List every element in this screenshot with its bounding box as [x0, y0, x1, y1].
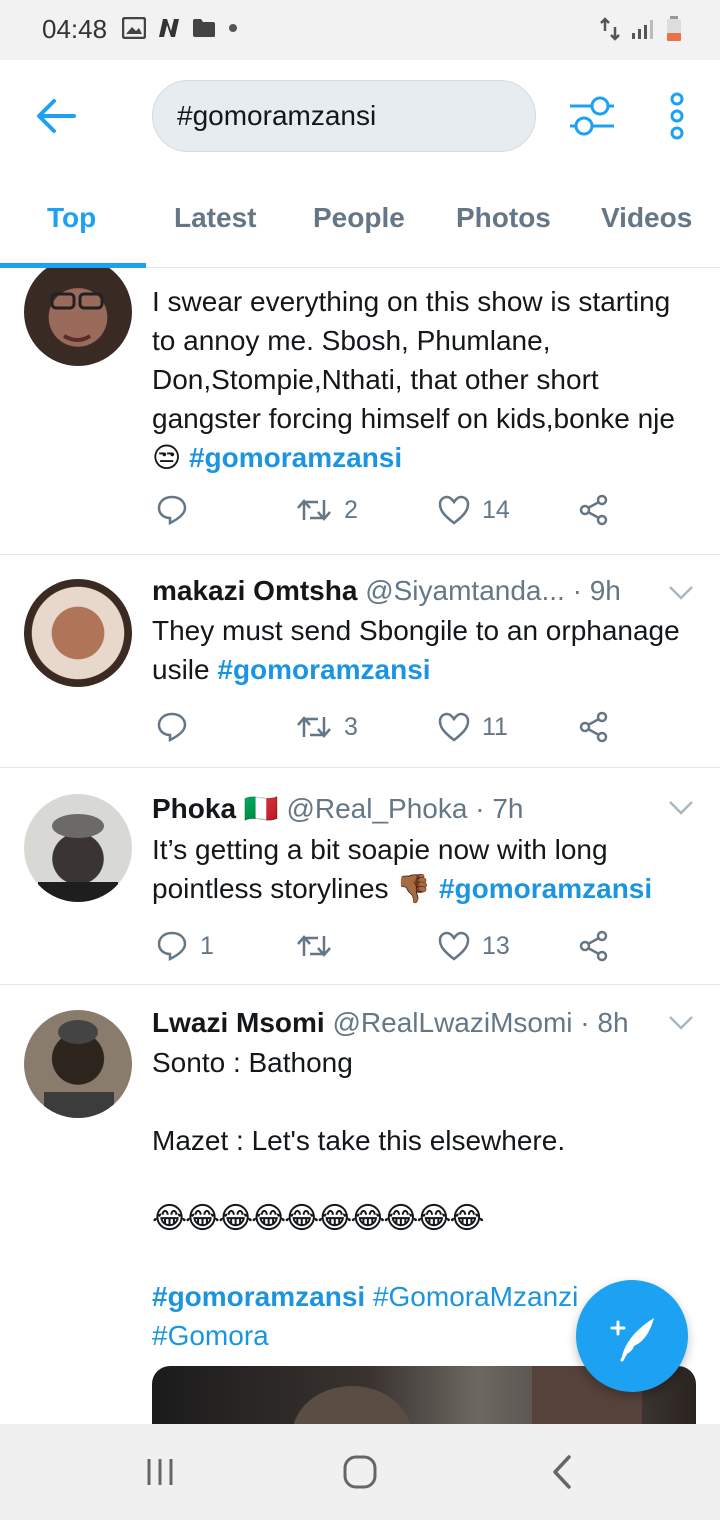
netflix-icon [159, 19, 179, 37]
tweet-text-line: Mazet : Let's take this elsewhere. [152, 1125, 566, 1156]
share-button[interactable] [578, 926, 610, 966]
avatar-image [44, 1020, 114, 1118]
user-handle: @Real_Phoka · 7h [286, 793, 524, 824]
signal-icon [632, 20, 653, 39]
avatar[interactable] [24, 1010, 132, 1118]
tweet-text: It’s getting a bit soapie now with long … [152, 834, 653, 904]
tweet-header: Lwazi Msomi @RealLwaziMsomi · 8h [152, 1007, 629, 1039]
battery-icon [667, 16, 681, 41]
tweet-header: Phoka 🇮🇹 @Real_Phoka · 7h [152, 792, 523, 825]
recent-apps-icon[interactable] [144, 1456, 176, 1488]
folder-icon [193, 19, 215, 37]
heart-icon [438, 712, 470, 742]
user-name[interactable]: Phoka [152, 793, 236, 824]
search-query: #gomoramzansi [177, 100, 377, 131]
tweet-text-line: Sonto : Bathong [152, 1047, 353, 1078]
status-time: 04:48 [42, 14, 108, 44]
tab-videos[interactable]: Videos [601, 202, 692, 234]
compose-tweet-button[interactable] [576, 1280, 688, 1392]
user-handle: @Siyamtanda... [365, 575, 565, 606]
tweet-text: They must send Sbongile to an orphanage … [152, 615, 680, 685]
share-button[interactable] [578, 707, 610, 747]
share-button[interactable] [578, 490, 610, 530]
search-filter-icon[interactable] [568, 94, 616, 138]
flag-emoji: 🇮🇹 [243, 793, 279, 824]
tweet-actions: 1 13 [152, 926, 672, 966]
avatar[interactable] [24, 794, 132, 902]
tweet-feed[interactable]: I swear everything on this show is start… [0, 268, 720, 1424]
more-options-icon[interactable] [665, 92, 689, 140]
reply-button[interactable]: 1 [156, 926, 214, 966]
system-navigation-bar [0, 1424, 720, 1520]
tweet-actions: 3 11 [152, 707, 672, 747]
share-icon [579, 494, 608, 526]
user-handle: @RealLwaziMsomi · 8h [332, 1007, 629, 1038]
heart-icon [438, 931, 470, 961]
retweet-icon [297, 499, 331, 521]
back-arrow-icon[interactable] [34, 96, 78, 136]
gallery-icon [122, 17, 146, 39]
reply-icon [157, 712, 187, 743]
search-header: #gomoramzansi [0, 60, 720, 170]
hashtag-link[interactable]: #gomoramzansi [217, 654, 430, 685]
avatar-image [38, 814, 118, 902]
reply-icon [157, 931, 187, 962]
data-transfer-icon [600, 17, 620, 41]
like-button[interactable]: 13 [438, 926, 510, 966]
back-nav-icon[interactable] [550, 1454, 574, 1490]
tweet-header: makazi Omtsha @Siyamtanda... · 9h [152, 575, 621, 607]
tab-latest[interactable]: Latest [174, 202, 256, 234]
notification-dot-icon [229, 24, 237, 32]
reply-button[interactable] [156, 707, 200, 747]
tweet-actions: 2 14 [152, 490, 672, 530]
like-button[interactable]: 14 [438, 490, 510, 530]
tweet-time: · 9h [572, 575, 621, 606]
avatar-image [50, 292, 104, 342]
retweet-icon [297, 935, 331, 957]
reply-icon [157, 495, 187, 526]
heart-icon [438, 495, 470, 525]
search-tabs: Top Latest People Photos Videos [0, 170, 720, 268]
compose-feather-icon [610, 1318, 654, 1362]
hashtag-link[interactable]: #gomoramzansi [152, 1281, 365, 1312]
chevron-down-icon[interactable] [668, 800, 694, 816]
avatar[interactable] [24, 268, 132, 366]
share-icon [579, 711, 608, 743]
retweet-button[interactable] [296, 926, 344, 966]
tab-photos[interactable]: Photos [456, 202, 551, 234]
tweet[interactable]: I swear everything on this show is start… [0, 268, 720, 555]
tweet-hashtags: #gomoramzansi #GomoraMzanzi [152, 1277, 622, 1316]
tweet[interactable]: makazi Omtsha @Siyamtanda... · 9h They m… [0, 555, 720, 768]
hashtag-link[interactable]: #gomoramzansi [439, 873, 652, 904]
tab-people[interactable]: People [313, 202, 405, 234]
chevron-down-icon[interactable] [668, 1015, 694, 1031]
retweet-icon [297, 716, 331, 738]
status-bar: 04:48 [0, 0, 720, 60]
user-name[interactable]: makazi Omtsha [152, 575, 357, 606]
user-name[interactable]: Lwazi Msomi [152, 1007, 325, 1038]
tweet-text: I swear everything on this show is start… [152, 286, 675, 473]
tweet[interactable]: Phoka 🇮🇹 @Real_Phoka · 7h It’s getting a… [0, 768, 720, 985]
home-icon[interactable] [342, 1454, 378, 1490]
tab-top[interactable]: Top [47, 202, 96, 234]
retweet-button[interactable]: 3 [296, 707, 358, 747]
hashtag-link[interactable]: #GomoraMzanzi [373, 1281, 578, 1312]
avatar[interactable] [24, 579, 132, 687]
search-input[interactable]: #gomoramzansi [152, 80, 536, 152]
reply-button[interactable] [156, 490, 200, 530]
hashtag-link[interactable]: #Gomora [152, 1320, 269, 1351]
like-button[interactable]: 11 [438, 707, 508, 747]
hashtag-link[interactable]: #gomoramzansi [189, 442, 402, 473]
retweet-button[interactable]: 2 [296, 490, 358, 530]
tweet-emojis: 😂😂😂😂😂😂😂😂😂😂 [152, 1202, 485, 1235]
chevron-down-icon[interactable] [668, 585, 694, 601]
share-icon [579, 930, 608, 962]
